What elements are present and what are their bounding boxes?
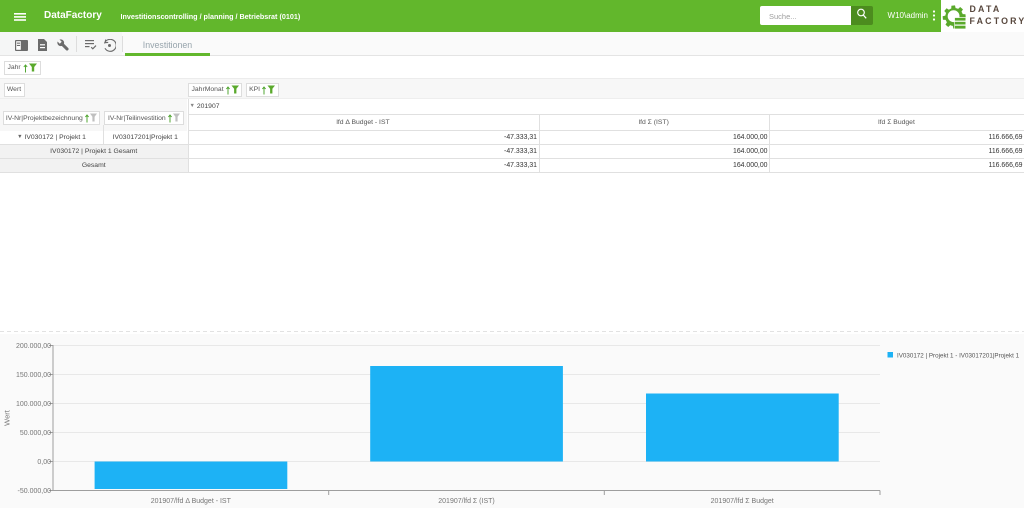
svg-text:50.000,00: 50.000,00 [20, 430, 51, 437]
svg-text:-50.000,00: -50.000,00 [18, 488, 52, 495]
svg-text:201907/lfd Σ (IST): 201907/lfd Σ (IST) [438, 498, 494, 505]
svg-text:200.000,00: 200.000,00 [16, 343, 51, 350]
svg-text:Wert: Wert [3, 409, 12, 426]
svg-text:100.000,00: 100.000,00 [16, 401, 51, 408]
svg-text:0,00: 0,00 [37, 459, 51, 466]
svg-text:IV030172 | Projekt 1 - IV03017: IV030172 | Projekt 1 - IV03017201|Projek… [897, 353, 1020, 360]
svg-text:201907/lfd Δ Budget - IST: 201907/lfd Δ Budget - IST [151, 498, 232, 505]
svg-text:150.000,00: 150.000,00 [16, 372, 51, 379]
svg-text:201907/lfd Σ Budget: 201907/lfd Σ Budget [711, 498, 774, 505]
